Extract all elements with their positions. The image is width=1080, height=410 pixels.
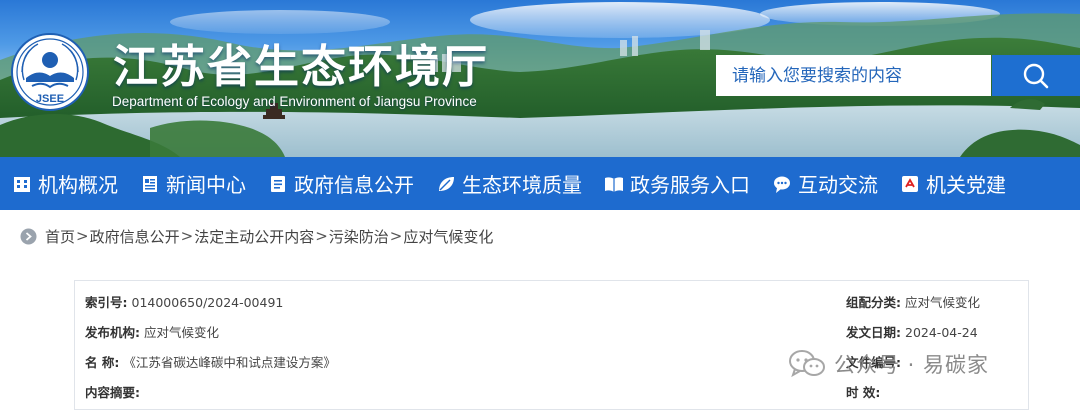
name-label: 名 称:	[85, 355, 120, 370]
publisher-row: 发布机构: 应对气候变化	[85, 322, 219, 341]
index-number-value: 014000650/2024-00491	[131, 295, 284, 310]
newspaper-icon	[140, 174, 160, 194]
date-label: 发文日期:	[846, 325, 901, 340]
watermark-text: 公众号 · 易碳家	[834, 353, 990, 377]
location-pin-icon	[20, 228, 37, 245]
category-value: 应对气候变化	[905, 295, 981, 310]
category-label: 组配分类:	[846, 295, 901, 310]
breadcrumb-gov-info[interactable]: 政府信息公开	[90, 226, 180, 247]
nav-item-label: 互动交流	[798, 173, 878, 197]
nav-item-news-center[interactable]: 新闻中心	[140, 157, 246, 210]
publisher-value: 应对气候变化	[144, 325, 220, 340]
chat-icon	[772, 174, 792, 194]
nav-item-gov-services[interactable]: 政务服务入口	[604, 157, 750, 210]
nav-item-org-overview[interactable]: 机构概况	[12, 157, 118, 210]
date-value: 2024-04-24	[905, 325, 978, 340]
nav-item-party-building[interactable]: 机关党建	[900, 157, 1006, 210]
search-icon	[1023, 63, 1049, 88]
breadcrumb-separator: >	[389, 227, 403, 245]
site-subtitle: Department of Ecology and Environment of…	[112, 94, 477, 109]
name-row: 名 称: 《江苏省碳达峰碳中和试点建设方案》	[85, 352, 336, 371]
summary-label: 内容摘要:	[85, 385, 140, 400]
search-button[interactable]	[992, 55, 1080, 96]
name-value: 《江苏省碳达峰碳中和试点建设方案》	[123, 355, 336, 370]
party-flag-icon	[900, 174, 920, 194]
header-banner: JSEE 江苏省生态环境厅 Department of Ecology and …	[0, 0, 1080, 157]
validity-label: 时 效:	[846, 385, 881, 400]
wechat-icon	[788, 348, 826, 380]
wechat-watermark: 公众号 · 易碳家	[788, 348, 989, 380]
nav-item-interaction[interactable]: 互动交流	[772, 157, 878, 210]
document-icon	[268, 174, 288, 194]
date-row: 发文日期: 2024-04-24	[846, 322, 978, 341]
jsee-logo[interactable]: JSEE	[10, 32, 90, 112]
document-info-panel: 索引号: 014000650/2024-00491 组配分类: 应对气候变化 发布机…	[74, 280, 1029, 410]
nav-item-label: 机关党建	[926, 173, 1006, 197]
breadcrumb-separator: >	[315, 227, 328, 245]
index-number-row: 索引号: 014000650/2024-00491	[85, 292, 283, 311]
nav-item-label: 生态环境质量	[462, 173, 582, 197]
publisher-label: 发布机构:	[85, 325, 140, 340]
breadcrumb-home[interactable]: 首页	[45, 226, 75, 247]
nav-item-label: 新闻中心	[166, 173, 246, 197]
summary-row: 内容摘要:	[85, 382, 144, 401]
breadcrumb-pollution-control[interactable]: 污染防治	[329, 226, 389, 247]
nav-item-label: 政府信息公开	[294, 173, 414, 197]
building-icon	[12, 174, 32, 194]
leaf-icon	[436, 174, 456, 194]
validity-row: 时 效:	[846, 382, 884, 401]
breadcrumb: 首页 > 政府信息公开 > 法定主动公开内容 > 污染防治 > 应对气候变化	[20, 226, 493, 246]
svg-text:JSEE: JSEE	[36, 93, 64, 105]
nav-item-label: 机构概况	[38, 173, 118, 197]
main-nav: 机构概况 新闻中心 政府信息公开 生态环境质量 政务服务入口 互动交流 机关党建	[0, 157, 1080, 210]
breadcrumb-statutory-content[interactable]: 法定主动公开内容	[194, 226, 314, 247]
nav-item-eco-quality[interactable]: 生态环境质量	[436, 157, 582, 210]
site-title: 江苏省生态环境厅	[113, 40, 490, 93]
category-row: 组配分类: 应对气候变化	[846, 292, 980, 311]
breadcrumb-climate-change[interactable]: 应对气候变化	[403, 226, 493, 247]
breadcrumb-separator: >	[180, 227, 194, 245]
breadcrumb-separator: >	[76, 227, 89, 245]
service-book-icon	[604, 174, 624, 194]
search-input[interactable]	[716, 55, 991, 96]
nav-item-gov-info[interactable]: 政府信息公开	[268, 157, 414, 210]
index-number-label: 索引号:	[85, 295, 128, 310]
nav-item-label: 政务服务入口	[630, 173, 750, 197]
